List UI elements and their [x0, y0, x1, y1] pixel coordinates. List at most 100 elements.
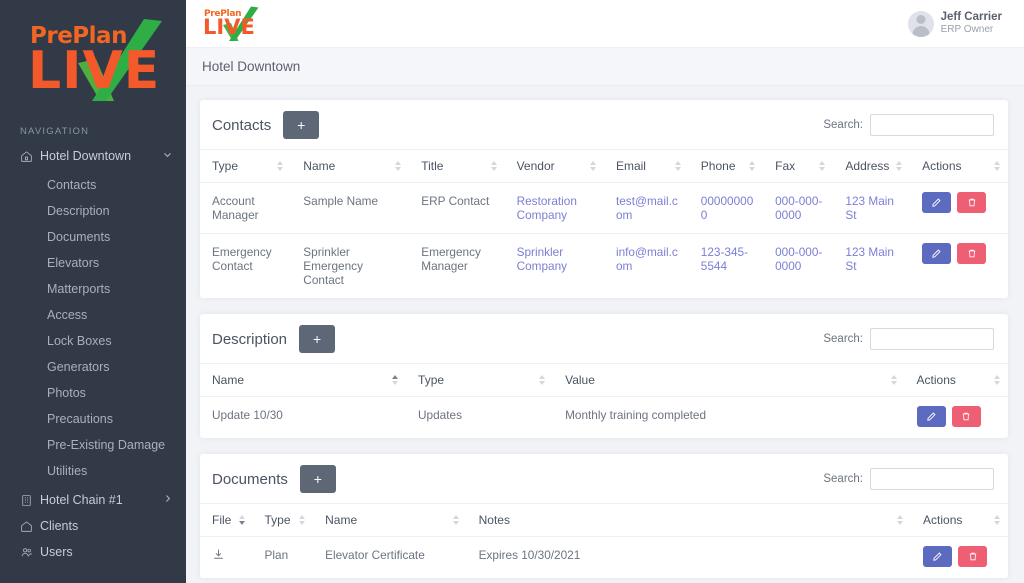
sidebar-subitem-label: Elevators	[47, 256, 100, 270]
column-header-title[interactable]: Title	[409, 149, 505, 183]
sidebar-subitem-label: Contacts	[47, 178, 97, 192]
card-header: Contacts + Search:	[200, 100, 1008, 149]
sidebar-item-hotel-downtown[interactable]: Hotel Downtown	[0, 143, 186, 169]
column-header-notes[interactable]: Notes	[466, 503, 912, 537]
cell-fax[interactable]: 000-000-0000	[763, 182, 834, 234]
cell-address[interactable]: 123 Main St	[833, 182, 911, 234]
column-header-email[interactable]: Email	[603, 149, 689, 183]
sort-arrows-icon	[299, 515, 306, 525]
cell-name: Sample Name	[291, 182, 410, 234]
column-header-actions[interactable]: Actions	[904, 363, 1008, 397]
sidebar-item-description[interactable]: Description	[0, 198, 186, 224]
sort-arrows-icon	[392, 375, 399, 385]
column-header-name[interactable]: Name	[291, 149, 410, 183]
download-icon[interactable]	[212, 548, 225, 564]
sidebar-item-lock-boxes[interactable]: Lock Boxes	[0, 328, 186, 354]
sort-arrows-icon	[589, 161, 596, 171]
sidebar-item-users[interactable]: Users	[0, 539, 186, 565]
cell-phone[interactable]: 123-345-5544	[689, 234, 763, 299]
sort-arrows-icon	[749, 161, 756, 171]
delete-row-button[interactable]	[957, 243, 987, 264]
sidebar-subitem-label: Utilities	[47, 464, 88, 478]
table-body: Account Manager Sample Name ERP Contact …	[200, 182, 1008, 299]
edit-row-button[interactable]	[923, 546, 953, 567]
topbar-logo[interactable]: PrePlan LIVE	[202, 6, 262, 41]
app-root: PrePlan LIVE NAVIGATION Hotel Downtown C…	[0, 0, 1024, 583]
column-header-phone[interactable]: Phone	[688, 149, 764, 183]
sidebar-subitem-label: Access	[47, 308, 88, 322]
description-card: Description + Search: Name Type Value Ac…	[200, 314, 1008, 438]
edit-row-button[interactable]	[922, 192, 952, 213]
column-header-type[interactable]: Type	[406, 363, 554, 397]
cell-vendor[interactable]: Restoration Company	[504, 182, 604, 234]
sidebar-item-pre-existing-damage[interactable]: Pre-Existing Damage	[0, 432, 186, 458]
trash-icon	[969, 552, 976, 561]
cell-value: Monthly training completed	[565, 408, 707, 422]
sidebar-item-precautions[interactable]: Precautions	[0, 406, 186, 432]
add-contact-button[interactable]: +	[283, 111, 320, 139]
edit-row-button[interactable]	[916, 406, 946, 427]
column-header-actions[interactable]: Actions	[910, 149, 1008, 183]
search-label: Search:	[823, 119, 863, 131]
sidebar-item-generators[interactable]: Generators	[0, 354, 186, 380]
cell-name: Sprinkler Emergency Contact	[303, 245, 363, 287]
user-menu[interactable]: Jeff Carrier ERP Owner	[902, 6, 1012, 41]
sort-arrows-icon	[539, 375, 546, 385]
user-info: Jeff Carrier ERP Owner	[941, 10, 1002, 37]
sidebar-item-access[interactable]: Access	[0, 302, 186, 328]
logo-live-text: LIVE	[28, 41, 161, 101]
pencil-icon	[933, 552, 942, 561]
search-input[interactable]	[870, 328, 994, 350]
column-header-actions[interactable]: Actions	[911, 503, 1008, 537]
column-header-file[interactable]: File	[200, 503, 253, 537]
row-action-buttons	[922, 192, 1002, 213]
column-header-value[interactable]: Value	[553, 363, 905, 397]
cell-email[interactable]: test@mail.com	[603, 182, 689, 234]
search-input[interactable]	[870, 468, 994, 490]
sidebar-item-contacts[interactable]: Contacts	[0, 172, 186, 198]
column-header-fax[interactable]: Fax	[763, 149, 834, 183]
column-header-vendor[interactable]: Vendor	[504, 149, 604, 183]
search-input[interactable]	[870, 114, 994, 136]
sidebar-brand-logo[interactable]: PrePlan LIVE	[0, 0, 186, 118]
sort-arrows-icon	[890, 375, 897, 385]
column-header-name[interactable]: Name	[313, 503, 467, 537]
add-document-button[interactable]: +	[299, 465, 336, 493]
column-header-name[interactable]: Name	[200, 363, 407, 397]
table-row: Update 10/30 Updates Monthly training co…	[200, 397, 1008, 439]
column-header-type[interactable]: Type	[252, 503, 314, 537]
delete-row-button[interactable]	[951, 406, 981, 427]
delete-row-button[interactable]	[957, 192, 987, 213]
sidebar-subitem-label: Pre-Existing Damage	[47, 438, 166, 452]
column-label: Name	[212, 373, 245, 387]
column-header-type[interactable]: Type	[200, 149, 292, 183]
content-scroll-area[interactable]: Contacts + Search: Type Name Title Vendo…	[186, 86, 1024, 583]
sidebar-item-elevators[interactable]: Elevators	[0, 250, 186, 276]
sidebar-item-photos[interactable]: Photos	[0, 380, 186, 406]
sidebar-item-clients[interactable]: Clients	[0, 513, 186, 539]
documents-table: File Type Name Notes Actions Plan Elevat…	[200, 503, 1008, 578]
edit-row-button[interactable]	[922, 243, 952, 264]
sidebar-item-hotel-chain-1[interactable]: Hotel Chain #1	[0, 487, 186, 513]
table-row: Account Manager Sample Name ERP Contact …	[200, 182, 1008, 234]
cell-fax[interactable]: 000-000-0000	[763, 234, 833, 299]
cell-phone[interactable]: 000000000	[688, 182, 764, 234]
cell-address[interactable]: 123 Main St	[833, 234, 910, 299]
column-label: Type	[418, 373, 445, 387]
chevron-right-icon	[163, 494, 172, 506]
trash-icon	[968, 249, 975, 258]
users-icon	[20, 546, 40, 559]
sidebar-item-utilities[interactable]: Utilities	[0, 458, 186, 484]
cell-email[interactable]: info@mail.com	[604, 234, 689, 299]
page-title: Hotel Downtown	[202, 59, 301, 74]
delete-row-button[interactable]	[958, 546, 988, 567]
column-header-address[interactable]: Address	[833, 149, 911, 183]
cell-vendor[interactable]: Sprinkler Company	[505, 234, 604, 299]
sort-arrows-icon	[994, 375, 1000, 385]
sidebar-subitem-label: Precautions	[47, 412, 114, 426]
sidebar-item-documents[interactable]: Documents	[0, 224, 186, 250]
table-header-row: Name Type Value Actions	[200, 363, 1008, 397]
sidebar-item-matterports[interactable]: Matterports	[0, 276, 186, 302]
add-description-button[interactable]: +	[299, 325, 336, 353]
sidebar-subitem-label: Lock Boxes	[47, 334, 112, 348]
